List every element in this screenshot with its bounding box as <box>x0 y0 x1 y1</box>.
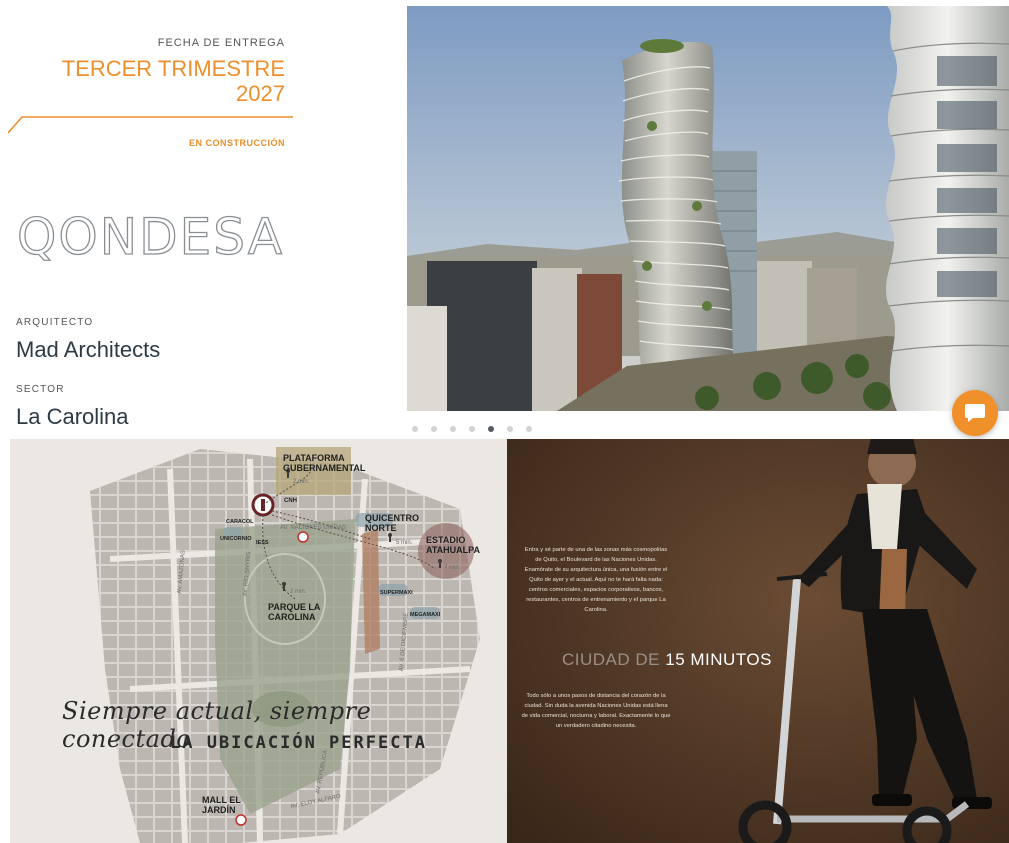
scooter-rider-photo <box>507 439 1009 843</box>
map-label-estadio: ESTADIO ATAHUALPA <box>426 535 480 555</box>
carousel-dot-4[interactable] <box>469 426 475 432</box>
map-label-supermaxi: SUPERMAXI <box>380 590 413 596</box>
sector-value: La Carolina <box>16 404 129 429</box>
delivery-date-label: FECHA DE ENTREGA <box>157 37 285 49</box>
sector-label: SECTOR <box>16 384 65 395</box>
delivery-underline <box>8 116 293 134</box>
map-label-mall: MALL EL JARDÍN <box>202 795 241 815</box>
map-street-naciones-unidas: AV. NACIONES UNIDAS <box>280 525 347 531</box>
city-heading: CIUDAD DE 15 MINUTOS <box>562 650 772 670</box>
map-distance-parque: 2 min. <box>290 589 307 595</box>
chat-button[interactable] <box>952 390 998 436</box>
city-heading-bold: 15 MINUTOS <box>665 650 772 669</box>
construction-status: EN CONSTRUCCIÓN <box>188 138 285 148</box>
city-heading-light: CIUDAD DE <box>562 650 661 669</box>
map-label-iess: IESS <box>256 540 269 546</box>
map-label-unicornio: UNICORNIO <box>220 536 252 542</box>
hero-photo-tower[interactable] <box>407 6 1009 411</box>
map-label-parque: PARQUE LA CAROLINA <box>268 602 321 622</box>
location-map[interactable]: PLATAFORMA GUBERNAMENTAL 2 min. CNH QUIC… <box>10 439 507 843</box>
map-label-megamaxi: MEGAMAXI <box>410 612 441 618</box>
map-label-quicentro: QUICENTRO NORTE <box>365 513 419 533</box>
carousel-dot-1[interactable] <box>412 426 418 432</box>
architect-value: Mad Architects <box>16 337 161 362</box>
carousel-dot-2[interactable] <box>431 426 437 432</box>
chat-bubble-icon <box>965 404 985 422</box>
map-label-cnh: CNH <box>284 498 297 504</box>
carousel-dot-7[interactable] <box>526 426 532 432</box>
architect-label: ARQUITECTO <box>16 317 94 328</box>
carousel-dot-6[interactable] <box>507 426 513 432</box>
carousel-dot-5[interactable] <box>488 426 494 432</box>
map-illustration <box>10 439 507 843</box>
delivery-date-value: TERCER TRIMESTRE 2027 <box>61 56 285 106</box>
map-headline: LA UBICACIÓN PERFECTA <box>170 733 427 753</box>
map-distance-quicentro: 5 min. <box>396 540 413 546</box>
map-label-caracol: CARACOL <box>226 519 254 525</box>
carousel-dot-3[interactable] <box>450 426 456 432</box>
map-distance-estadio: 7 min. <box>444 565 461 571</box>
city-body-paragraph: Todo sólo a unos pasos de distancia del … <box>521 693 671 729</box>
city-intro-paragraph: Entra y sé parte de una de las zonas más… <box>524 547 668 613</box>
city-15-minutes-panel: Entra y sé parte de una de las zonas más… <box>507 439 1009 843</box>
map-label-plataforma: PLATAFORMA GUBERNAMENTAL <box>283 453 366 473</box>
map-distance-plataforma: 2 min. <box>293 479 310 485</box>
project-name: QONDESA <box>16 207 285 266</box>
project-info-panel: FECHA DE ENTREGA TERCER TRIMESTRE 2027 E… <box>0 0 300 432</box>
carousel-pagination <box>412 426 532 432</box>
